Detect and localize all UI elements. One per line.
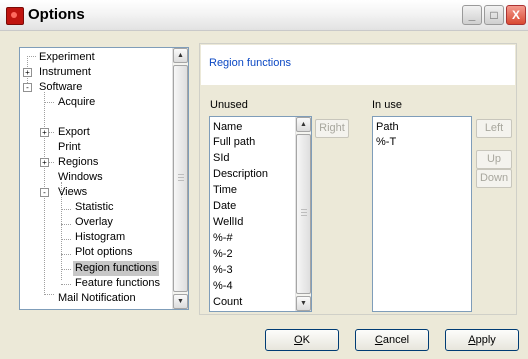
title-bar[interactable]: Options _ □ X <box>0 0 528 31</box>
scroll-down-icon[interactable]: ▼ <box>173 294 188 309</box>
tree-item-software[interactable]: Software <box>37 80 84 95</box>
move-right-button[interactable]: Right <box>315 119 349 138</box>
list-item[interactable]: SId <box>213 151 230 165</box>
panel-title: Region functions <box>209 57 291 69</box>
options-tree[interactable]: + - + + - Experiment Instrument Software… <box>19 47 189 310</box>
tree-item-export[interactable]: Export <box>56 125 92 140</box>
tree-item-regions[interactable]: Regions <box>56 155 100 170</box>
scroll-thumb[interactable] <box>173 65 188 292</box>
list-item[interactable]: %-# <box>213 231 233 245</box>
move-up-button[interactable]: Up <box>476 150 512 169</box>
move-left-button[interactable]: Left <box>476 119 512 138</box>
in-use-label: In use <box>372 99 402 111</box>
window-title: Options <box>28 6 85 23</box>
list-item[interactable]: Name <box>213 120 242 134</box>
tree-item-statistic[interactable]: Statistic <box>73 200 116 215</box>
list-item[interactable]: Time <box>213 183 237 197</box>
move-down-button[interactable]: Down <box>476 169 512 188</box>
maximize-button[interactable]: □ <box>484 5 504 25</box>
list-item[interactable]: %-4 <box>213 279 233 293</box>
expand-icon[interactable]: + <box>40 128 49 137</box>
tree-line <box>61 269 71 270</box>
expand-icon[interactable]: + <box>40 158 49 167</box>
collapse-icon[interactable]: - <box>23 83 32 92</box>
tree-line <box>44 102 54 103</box>
ok-button[interactable]: OK <box>265 329 339 351</box>
scroll-up-icon[interactable]: ▲ <box>296 117 311 132</box>
collapse-icon[interactable]: - <box>40 188 49 197</box>
panel-header: Region functions <box>201 45 515 85</box>
tree-item-mail-notification[interactable]: Mail Notification <box>56 291 138 306</box>
minimize-icon: _ <box>468 8 476 22</box>
tree-line <box>61 284 71 285</box>
tree-item-feature-functions[interactable]: Feature functions <box>73 276 162 291</box>
list-item[interactable]: Count <box>213 295 242 309</box>
minimize-button[interactable]: _ <box>462 5 482 25</box>
ok-mnemonic: O <box>294 334 303 346</box>
list-item[interactable]: %-T <box>376 135 396 149</box>
apply-label: pply <box>475 334 496 346</box>
tree-line <box>44 294 54 295</box>
tree-line <box>61 209 71 210</box>
unused-list[interactable]: Name Full path SId Description Time Date… <box>209 116 312 312</box>
tree-item-views[interactable]: Views <box>56 185 89 200</box>
list-item[interactable]: %-3 <box>213 263 233 277</box>
tree-scrollbar[interactable]: ▲ ▼ <box>172 48 188 309</box>
cancel-mnemonic: C <box>374 334 383 346</box>
unused-scrollbar[interactable]: ▲ ▼ <box>295 117 311 311</box>
list-item[interactable]: WellId <box>213 215 243 229</box>
unused-label: Unused <box>210 99 248 111</box>
tree-item-plot-options[interactable]: Plot options <box>73 245 134 260</box>
tree-line <box>61 254 71 255</box>
cancel-label: ancel <box>382 334 410 346</box>
maximize-icon: □ <box>490 8 498 22</box>
list-item[interactable]: Date <box>213 199 236 213</box>
scroll-up-icon[interactable]: ▲ <box>173 48 188 63</box>
scroll-down-icon[interactable]: ▼ <box>296 296 311 311</box>
close-button[interactable]: X <box>506 5 526 25</box>
scroll-thumb[interactable] <box>296 134 311 294</box>
cancel-button[interactable]: Cancel <box>355 329 429 351</box>
tree-item-windows[interactable]: Windows <box>56 170 105 185</box>
tree-item-histogram[interactable]: Histogram <box>73 230 127 245</box>
list-item[interactable]: Description <box>213 167 268 181</box>
apply-mnemonic: A <box>468 334 476 346</box>
tree-item-overlay[interactable]: Overlay <box>73 215 115 230</box>
in-use-list[interactable]: Path %-T <box>372 116 472 312</box>
tree-line <box>61 224 71 225</box>
apply-button[interactable]: Apply <box>445 329 519 351</box>
list-item[interactable]: %-2 <box>213 247 233 261</box>
app-icon <box>6 7 24 25</box>
tree-line <box>61 239 71 240</box>
tree-item-instrument[interactable]: Instrument <box>37 65 93 80</box>
tree-item-region-functions[interactable]: Region functions <box>73 261 159 276</box>
tree-item-print[interactable]: Print <box>56 140 83 155</box>
options-window: Options _ □ X + - + + - Experiment Instr… <box>0 0 528 359</box>
expand-icon[interactable]: + <box>23 68 32 77</box>
tree-item-experiment[interactable]: Experiment <box>37 50 97 65</box>
close-icon: X <box>511 8 520 22</box>
list-item[interactable]: Full path <box>213 135 255 149</box>
tree-line <box>27 56 36 57</box>
ok-label: K <box>302 334 310 346</box>
tree-item-acquire[interactable]: Acquire <box>56 95 97 110</box>
list-item[interactable]: Path <box>376 120 399 134</box>
